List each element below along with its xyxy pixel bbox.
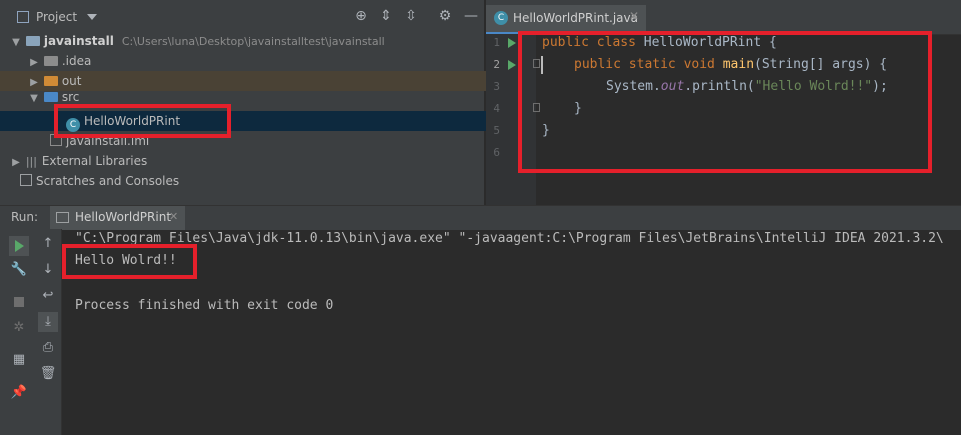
tree-root-path: C:\Users\luna\Desktop\javainstalltest\ja… [121, 35, 385, 48]
close-icon[interactable]: ✕ [629, 9, 639, 23]
tree-root[interactable]: ▼ javainstall C:\Users\luna\Desktop\javai… [0, 31, 494, 51]
chevron-down-icon: ▼ [12, 37, 20, 48]
folder-excluded-icon [43, 76, 58, 86]
locate-file-icon[interactable]: ⊕ [352, 8, 370, 24]
run-toolbar-right: ↑ ↓ ↩ ⤓ ⎙ 🗑 [36, 229, 62, 435]
line-number: 4 [493, 102, 500, 115]
console-exit-message: Process finished with exit code 0 [75, 298, 334, 313]
run-gutter-icon[interactable] [508, 38, 516, 48]
tree-item-external-libraries[interactable]: ▶ ||| External Libraries [0, 151, 494, 171]
run-label: Run: [11, 210, 39, 224]
tree-item-label: .idea [61, 54, 92, 68]
chevron-right-icon: ▶ [30, 57, 38, 68]
tree-item-scratches[interactable]: Scratches and Consoles [0, 171, 504, 191]
run-toolbar-left: 🔧 ✲ ▦ 📌 [0, 229, 36, 435]
tree-item-label: External Libraries [41, 154, 148, 168]
rerun-icon[interactable] [9, 236, 29, 256]
arrow-up-icon[interactable]: ↑ [38, 234, 58, 254]
run-gutter-icon[interactable] [508, 60, 516, 70]
line-number: 2 [493, 58, 500, 71]
arrow-down-icon[interactable]: ↓ [38, 260, 58, 280]
trash-icon[interactable]: 🗑 [38, 364, 58, 384]
debug-icon[interactable]: ✲ [9, 318, 29, 338]
console-command-line: "C:\Program Files\Java\jdk-11.0.13\bin\j… [75, 231, 944, 246]
tree-item-out[interactable]: ▶ out [0, 71, 512, 91]
layout-icon[interactable]: ▦ [9, 350, 29, 370]
tree-item-label: src [61, 91, 80, 104]
gear-icon[interactable]: ⚙ [436, 8, 454, 24]
module-folder-icon [25, 36, 40, 46]
project-dropdown-icon[interactable] [87, 14, 97, 20]
scratches-icon [20, 174, 32, 186]
soft-wrap-icon[interactable]: ↩ [38, 286, 58, 306]
chevron-down-icon: ▼ [30, 93, 38, 104]
scroll-to-end-icon[interactable]: ⤓ [38, 312, 58, 332]
line-number: 1 [493, 36, 500, 49]
close-icon[interactable]: ✕ [169, 210, 178, 223]
pin-icon[interactable]: 📌 [9, 383, 29, 403]
stop-icon[interactable] [14, 297, 24, 307]
folder-icon [43, 56, 58, 66]
collapse-all-icon[interactable]: ⇳ [402, 8, 420, 24]
run-tab-label[interactable]: HelloWorldPRint [75, 210, 171, 224]
project-view-icon [17, 11, 29, 23]
line-number: 3 [493, 80, 500, 93]
print-icon[interactable]: ⎙ [38, 338, 58, 358]
tree-item-label: Scratches and Consoles [36, 174, 180, 188]
java-class-icon: C [494, 11, 508, 25]
wrench-icon[interactable]: 🔧 [9, 260, 29, 280]
line-number: 6 [493, 146, 500, 159]
editor-tab-label: HelloWorldPRint.java [513, 11, 638, 25]
project-header: Project ⊕ ⇕ ⇳ ⚙ — [0, 0, 484, 34]
hide-panel-icon[interactable]: — [462, 8, 480, 24]
line-number: 5 [493, 124, 500, 137]
project-title[interactable]: Project [36, 10, 77, 24]
library-icon: ||| [25, 155, 37, 168]
tree-item-label: out [61, 74, 82, 88]
chevron-right-icon: ▶ [30, 77, 38, 88]
highlight-box-code [518, 31, 932, 173]
highlight-box-tree [54, 104, 231, 138]
chevron-right-icon: ▶ [12, 157, 20, 168]
run-config-icon [56, 212, 69, 223]
source-folder-icon [43, 92, 58, 102]
highlight-box-output [62, 244, 197, 279]
tree-root-name: javainstall [43, 34, 114, 48]
run-header: Run: HelloWorldPRint ✕ [0, 205, 961, 230]
tree-item-idea[interactable]: ▶ .idea [0, 51, 512, 71]
expand-all-icon[interactable]: ⇕ [377, 8, 395, 24]
